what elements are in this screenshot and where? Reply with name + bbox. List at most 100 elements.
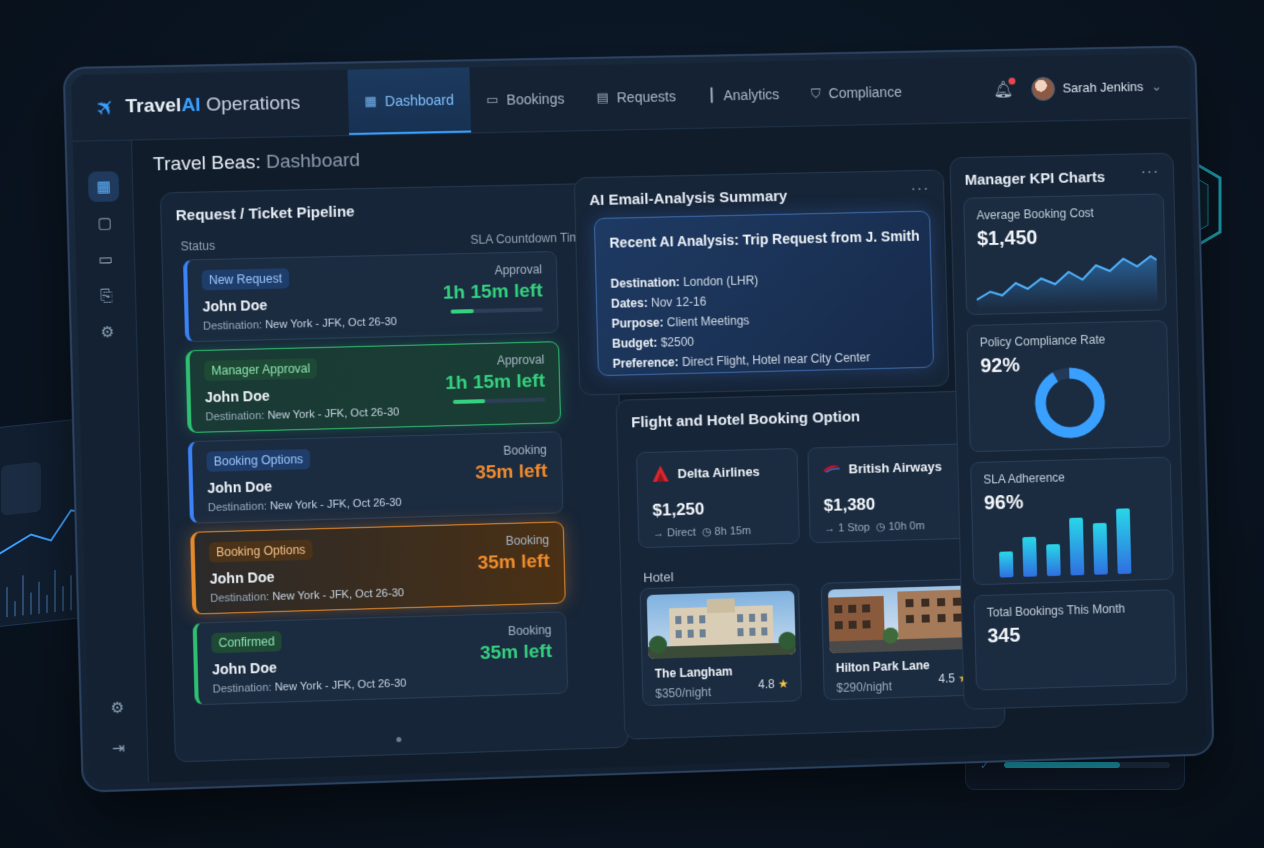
- sla-progress-bar: [452, 397, 546, 404]
- analysis-title: Recent AI Analysis: Trip Request from J.…: [609, 227, 920, 251]
- ticket-card[interactable]: Manager Approval John Doe Destination: N…: [185, 341, 562, 434]
- panel-title: AI Email-Analysis Summary: [589, 187, 788, 210]
- traveler-name: John Doe: [209, 568, 275, 587]
- plane-icon: →: [824, 522, 836, 535]
- hotel-option-card[interactable]: Hilton Park Lane $290/night 4.5 ★: [820, 578, 983, 701]
- kpi-total-bookings[interactable]: Total Bookings This Month 345: [973, 589, 1177, 691]
- nav-analytics[interactable]: ┃ Analytics: [691, 61, 796, 128]
- sidebar-settings-gear-icon[interactable]: ⚙: [92, 317, 123, 348]
- app-screen: ✈ TravelAI Operations ▦ Dashboard ▭ Bookin…: [71, 53, 1207, 785]
- sla-bar-chart: [999, 508, 1132, 578]
- status-badge: Booking Options: [208, 539, 313, 563]
- sidebar: ▦ ▢ ▭ ⎘ ⚙ ⚙ ⇥: [72, 140, 149, 785]
- nav-compliance[interactable]: ⛉ Compliance: [794, 59, 918, 126]
- main-nav: ▦ Dashboard ▭ Bookings ▤ Requests ┃ Analytic…: [347, 59, 918, 136]
- sidebar-tickets-icon[interactable]: ⎘: [91, 280, 122, 311]
- ticket-pipeline-panel: Request / Ticket Pipeline ··· Status SLA…: [159, 182, 629, 763]
- flight-option-card[interactable]: Delta Airlines $1,250 → Direct ◷ 8h 15m: [635, 447, 800, 549]
- panel-title: Manager KPI Charts: [964, 168, 1106, 189]
- flight-option-card[interactable]: British Airways $1,380 → 1 Stop ◷ 10h 0m: [807, 443, 971, 544]
- kpi-sla-adherence[interactable]: SLA Adherence 96%: [970, 456, 1174, 586]
- brand[interactable]: ✈ TravelAI Operations: [72, 89, 349, 123]
- ticket-card[interactable]: Booking Options John Doe Destination: Ne…: [190, 521, 566, 615]
- kpi-policy-compliance[interactable]: Policy Compliance Rate 92%: [966, 320, 1171, 453]
- hotel-option-card[interactable]: The Langham $350/night 4.8 ★: [639, 583, 802, 707]
- sidebar-messages-icon[interactable]: ▢: [89, 207, 120, 238]
- analysis-row: Dates: Nov 12-16: [610, 294, 707, 311]
- ticket-card[interactable]: Booking Options John Doe Destination: Ne…: [187, 431, 564, 524]
- hotel-rating: 4.8 ★: [757, 676, 789, 692]
- nav-requests[interactable]: ▤ Requests: [579, 63, 692, 130]
- destination: Destination: New York - JFK, Oct 26-30: [205, 406, 400, 424]
- analysis-row: Budget: $2500: [611, 334, 695, 351]
- compliance-donut-chart: [1028, 360, 1113, 445]
- hotel-photo: [646, 590, 796, 659]
- sla-timer: 35m left: [479, 640, 553, 665]
- sla-timer: 35m left: [474, 460, 548, 484]
- analysis-row: Preference: Direct Flight, Hotel near Ci…: [612, 350, 871, 371]
- kpi-label: Policy Compliance Rate: [979, 332, 1106, 350]
- cost-trend-sparkline: [976, 250, 1158, 310]
- page-title: Travel Beas: Dashboard: [152, 149, 361, 176]
- kpi-value: 345: [987, 624, 1021, 648]
- hotel-name: Hilton Park Lane: [835, 658, 930, 676]
- booking-options-panel: Flight and Hotel Booking Option ··· Delt…: [615, 389, 1006, 740]
- kpi-label: Average Booking Cost: [976, 205, 1094, 223]
- more-options-icon[interactable]: ···: [1140, 164, 1159, 182]
- sla-progress-bar: [450, 307, 544, 314]
- analysis-card[interactable]: Recent AI Analysis: Trip Request from J.…: [593, 210, 935, 377]
- sla-stage: Booking: [507, 622, 552, 639]
- avatar: [1030, 76, 1055, 101]
- sla-timer: 1h 15m left: [444, 370, 546, 395]
- airplane-logo-icon: ✈: [89, 91, 122, 123]
- hotel-section-label: Hotel: [643, 569, 674, 586]
- kpi-label: Total Bookings This Month: [986, 601, 1126, 620]
- sla-stage: Approval: [494, 262, 543, 278]
- nav-dashboard[interactable]: ▦ Dashboard: [347, 67, 471, 136]
- bar-chart-icon: ┃: [707, 86, 716, 103]
- star-icon: ★: [777, 676, 789, 691]
- sla-stage: Approval: [496, 352, 545, 368]
- destination: Destination: New York - JFK, Oct 26-30: [212, 677, 407, 696]
- kpi-value: $1,450: [976, 227, 1038, 251]
- flight-meta: → 1 Stop ◷ 10h 0m: [824, 520, 925, 535]
- clock-icon: ◷: [701, 526, 712, 539]
- sidebar-calendar-icon[interactable]: ▭: [90, 244, 121, 275]
- nav-bookings[interactable]: ▭ Bookings: [469, 65, 581, 132]
- sidebar-dashboard-icon[interactable]: ▦: [87, 171, 120, 203]
- panel-title: Flight and Hotel Booking Option: [630, 408, 861, 432]
- logout-icon[interactable]: ⇥: [103, 732, 134, 763]
- user-name: Sarah Jenkins: [1062, 78, 1144, 96]
- analysis-row: Purpose: Client Meetings: [611, 313, 750, 331]
- traveler-name: John Doe: [202, 296, 268, 315]
- hotel-price: $350/night: [655, 685, 712, 701]
- delta-logo-icon: [652, 465, 670, 482]
- more-options-icon[interactable]: ···: [910, 181, 929, 199]
- user-menu[interactable]: Sarah Jenkins ⌄: [1030, 74, 1163, 101]
- traveler-name: John Doe: [207, 478, 273, 497]
- chevron-down-icon: ⌄: [1151, 78, 1163, 94]
- ticket-card[interactable]: New Request John Doe Destination: New Yo…: [182, 250, 559, 343]
- kpi-value: 92%: [980, 354, 1021, 378]
- status-badge: Manager Approval: [203, 358, 318, 382]
- brand-name: TravelAI Operations: [125, 92, 301, 117]
- grid-icon: ▦: [364, 92, 377, 109]
- traveler-name: John Doe: [204, 387, 270, 406]
- airline-name: Delta Airlines: [677, 463, 760, 482]
- kpi-charts-panel: Manager KPI Charts ··· Average Booking C…: [949, 152, 1188, 710]
- pagination-dot[interactable]: [396, 736, 402, 743]
- status-badge: Booking Options: [206, 448, 311, 472]
- notification-bell-icon[interactable]: 🔔︎: [993, 77, 1016, 99]
- top-right-controls: 🔔︎ Sarah Jenkins ⌄: [993, 74, 1190, 102]
- sla-timer: 1h 15m left: [442, 280, 543, 304]
- flight-meta: → Direct ◷ 8h 15m: [652, 525, 752, 540]
- sla-stage: Booking: [505, 532, 550, 549]
- shield-icon: ⛉: [810, 84, 821, 101]
- ticket-card[interactable]: Confirmed John Doe Destination: New York…: [192, 611, 569, 706]
- sidebar-preferences-gear-icon[interactable]: ⚙: [102, 692, 133, 723]
- status-badge: Confirmed: [211, 631, 283, 654]
- kpi-average-booking-cost[interactable]: Average Booking Cost $1,450: [963, 193, 1167, 316]
- clock-icon: ◷: [875, 521, 886, 534]
- hotel-name: The Langham: [654, 664, 733, 681]
- status-column-label: Status: [180, 238, 216, 254]
